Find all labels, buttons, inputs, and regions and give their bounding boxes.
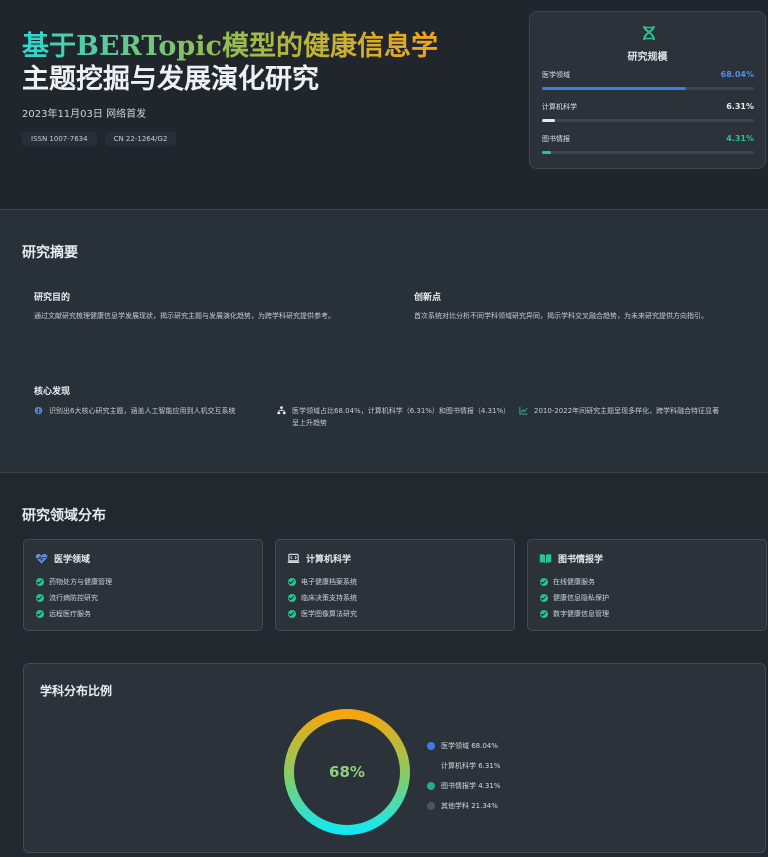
brain-icon: [34, 406, 43, 415]
progress-fill: [542, 87, 687, 90]
legend-item: 计算机科学 6.31%: [427, 756, 500, 776]
purpose-title: 研究目的: [34, 293, 71, 303]
publish-date: 2023年11月03日 网络首发: [22, 109, 147, 120]
list-item: 远程医疗服务: [36, 606, 112, 622]
check-circle-icon: [36, 594, 44, 602]
domain-card-medicine: 医学领域 药物处方与健康管理 流行病防控研究 远程医疗服务: [23, 539, 263, 631]
list-item: 健康信息隐私保护: [540, 590, 609, 606]
list-item: 临床决策支持系统: [288, 590, 357, 606]
domain-card-lis: 图书情报学 在线健康服务 健康信息隐私保护 数字健康信息管理: [527, 539, 767, 631]
domain-topic-list: 在线健康服务 健康信息隐私保护 数字健康信息管理: [540, 574, 609, 622]
abstract-section: 研究摘要 研究目的 通过文献研究梳理健康信息学发展现状，揭示研究主题与发展演化趋…: [0, 210, 768, 473]
list-item: 流行病防控研究: [36, 590, 112, 606]
list-item: 医学图像算法研究: [288, 606, 357, 622]
scale-row-label: 图书情报: [542, 135, 570, 143]
check-circle-icon: [288, 578, 296, 586]
finding-item: 识别出6大核心研究主题，涵盖人工智能应用到人机交互系统: [34, 405, 269, 417]
finding-item: 医学领域占比68.04%，计算机科学（6.31%）和图书情报（4.31%）呈上升…: [277, 405, 507, 429]
progress-fill: [542, 151, 552, 154]
domain-card-header: 图书情报学: [539, 552, 603, 565]
list-item-text: 临床决策支持系统: [301, 594, 357, 602]
check-circle-icon: [540, 610, 548, 618]
list-item: 数字健康信息管理: [540, 606, 609, 622]
legend-swatch: [427, 742, 435, 750]
check-circle-icon: [36, 578, 44, 586]
title-line-1: 基于BERTopic模型的健康信息学: [22, 31, 438, 62]
purpose-text: 通过文献研究梳理健康信息学发展现状，揭示研究主题与发展演化趋势，为跨学科研究提供…: [34, 312, 335, 320]
list-item: 药物处方与健康管理: [36, 574, 112, 590]
legend-label: 计算机科学 6.31%: [441, 762, 501, 770]
check-circle-icon: [540, 594, 548, 602]
innovation-text: 首次系统对比分析不同学科领域研究异同，揭示学科交叉融合趋势，为未来研究提供方向指…: [414, 312, 708, 320]
laptop-code-icon: [287, 553, 300, 563]
check-circle-icon: [288, 594, 296, 602]
legend-label: 图书情报学 4.31%: [441, 782, 501, 790]
scale-row-value: 4.31%: [726, 134, 754, 143]
list-item: 电子健康档案系统: [288, 574, 357, 590]
list-item-text: 健康信息隐私保护: [553, 594, 609, 602]
scale-row-value: 68.04%: [720, 70, 754, 79]
book-open-icon: [539, 554, 552, 564]
chart-title: 学科分布比例: [40, 684, 113, 698]
list-item-text: 药物处方与健康管理: [49, 578, 112, 586]
domain-card-header: 医学领域: [35, 552, 90, 565]
domain-card-title: 医学领域: [54, 555, 91, 565]
innovation-title: 创新点: [414, 293, 442, 303]
chart-legend: 医学领域 68.04% 计算机科学 6.31% 图书情报学 4.31% 其他学科…: [427, 736, 500, 816]
list-item-text: 在线健康服务: [553, 578, 595, 586]
legend-label: 医学领域 68.04%: [441, 742, 498, 750]
abstract-title: 研究摘要: [22, 245, 78, 261]
finding-text: 2010-2022年间研究主题呈现多样化，跨学科融合特征显著: [534, 407, 720, 415]
list-item-text: 数字健康信息管理: [553, 610, 609, 618]
donut-center-label: 68%: [329, 763, 365, 781]
page-title: 基于BERTopic模型的健康信息学 主题挖掘与发展演化研究: [22, 30, 438, 96]
domain-card-cs: 计算机科学 电子健康档案系统 临床决策支持系统 医学图像算法研究: [275, 539, 515, 631]
legend-label: 其他学科 21.34%: [441, 802, 498, 810]
legend-item: 图书情报学 4.31%: [427, 776, 500, 796]
domains-title: 研究领域分布: [22, 508, 106, 524]
scale-title: 研究规模: [627, 52, 668, 63]
check-circle-icon: [36, 610, 44, 618]
list-item-text: 流行病防控研究: [49, 594, 98, 602]
domain-card-title: 图书情报学: [558, 555, 604, 565]
discipline-chart-card: 学科分布比例 68% 医学领域 68.04% 计算机科学 6.31% 图书情报学…: [23, 663, 766, 853]
list-item-text: 医学图像算法研究: [301, 610, 357, 618]
scale-row-label: 计算机科学: [542, 103, 577, 111]
legend-swatch: [427, 782, 435, 790]
domain-card-title: 计算机科学: [306, 555, 352, 565]
scale-row-value: 6.31%: [726, 102, 754, 111]
progress-track: [542, 151, 754, 154]
cn-tag: CN 22-1264/G2: [104, 132, 177, 146]
legend-swatch: [427, 802, 435, 810]
finding-text: 识别出6大核心研究主题，涵盖人工智能应用到人机交互系统: [49, 407, 236, 415]
identifier-tags: ISSN 1007-7634 CN 22-1264/G2: [22, 132, 177, 146]
sitemap-icon: [277, 406, 286, 415]
progress-track: [542, 87, 754, 90]
list-item-text: 电子健康档案系统: [301, 578, 357, 586]
check-circle-icon: [540, 578, 548, 586]
title-line-2: 主题挖掘与发展演化研究: [22, 64, 319, 95]
legend-swatch: [427, 762, 435, 770]
check-circle-icon: [288, 610, 296, 618]
finding-text: 医学领域占比68.04%，计算机科学（6.31%）和图书情报（4.31%）呈上升…: [292, 407, 507, 427]
list-item-text: 远程医疗服务: [49, 610, 91, 618]
heartbeat-icon: [35, 553, 48, 564]
header-section: 基于BERTopic模型的健康信息学 主题挖掘与发展演化研究 2023年11月0…: [0, 0, 768, 210]
domain-topic-list: 药物处方与健康管理 流行病防控研究 远程医疗服务: [36, 574, 112, 622]
domain-card-header: 计算机科学: [287, 552, 351, 565]
legend-item: 医学领域 68.04%: [427, 736, 500, 756]
trend-chart-icon: [519, 406, 528, 415]
finding-item: 2010-2022年间研究主题呈现多样化，跨学科融合特征显著: [519, 405, 764, 417]
research-scale-card: 研究规模 医学领域 68.04% 计算机科学 6.31% 图书情报 4.31%: [529, 11, 766, 169]
issn-tag: ISSN 1007-7634: [22, 132, 97, 146]
legend-item: 其他学科 21.34%: [427, 796, 500, 816]
scale-row-label: 医学领域: [542, 71, 570, 79]
findings-title: 核心发现: [34, 387, 71, 397]
dna-icon: [643, 25, 655, 41]
domain-topic-list: 电子健康档案系统 临床决策支持系统 医学图像算法研究: [288, 574, 357, 622]
list-item: 在线健康服务: [540, 574, 609, 590]
progress-fill: [542, 119, 556, 122]
progress-track: [542, 119, 754, 122]
